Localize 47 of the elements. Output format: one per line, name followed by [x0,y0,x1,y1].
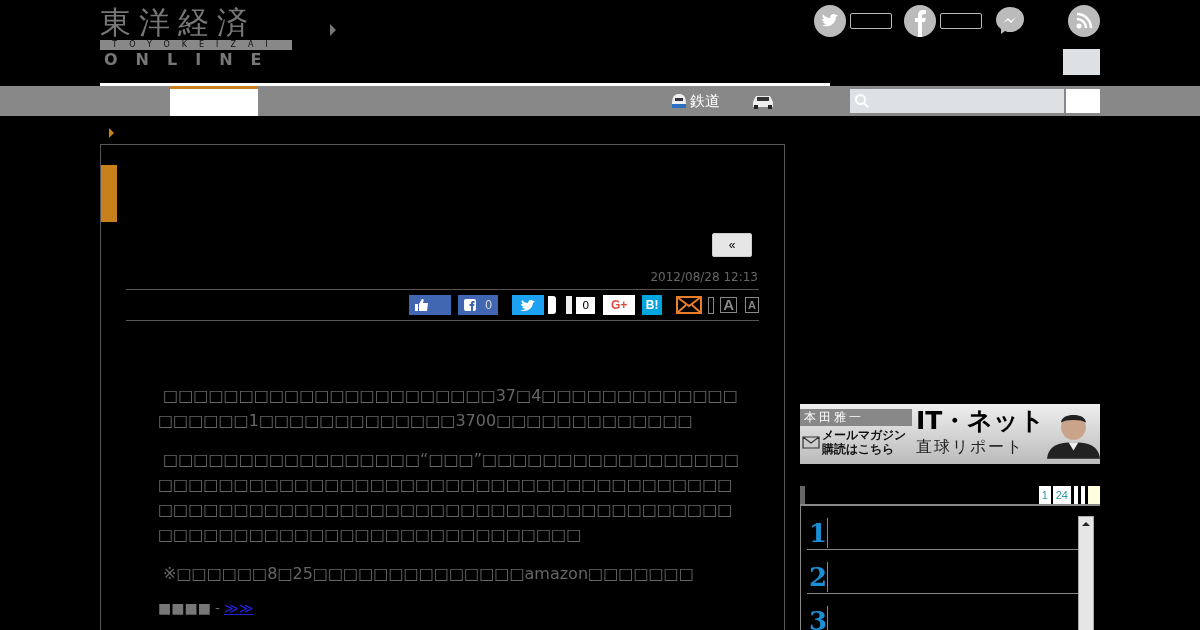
footer-marks: ■■■■ [158,600,211,616]
car-icon[interactable] [752,93,774,109]
search-field[interactable] [850,89,1064,113]
share-count-bubble [940,13,982,29]
ranking-tab[interactable]: 1 [1038,486,1051,504]
like-button[interactable] [409,295,452,315]
messenger-icon[interactable] [994,5,1026,37]
tweet-count-bubble [548,296,557,314]
bird-icon [520,298,537,312]
facebook-share-button[interactable]: 0 [458,295,499,315]
font-small-button[interactable]: A [745,297,759,313]
ranking-header-bar [800,486,805,504]
caret-icon[interactable] [330,24,336,36]
banner-subtitle: 直球リポート [916,436,1025,458]
article-paragraph: □□□□□□□□□□□□□□□□□□□□□□37□4□□□□□□□□□□□□□□□□□□□1□□□□□□□□□□□□□3700□□□□□□□□□□□□□ [158,385,739,432]
nav-tab[interactable] [170,86,258,116]
facebook-icon[interactable] [904,5,936,37]
ranking-tab[interactable]: 24 [1052,486,1071,504]
mail-icon [802,435,820,449]
article-date: 2012/08/28 12:13 [649,269,759,284]
article-paragraph: ※□□□□□□8□25□□□□□□□□□□□□□□amazon□□□□□□□ [162,563,695,585]
tweet-button[interactable] [512,295,545,315]
banner-author: 本田雅一 [800,409,912,426]
banner-title: IT・ネット [916,406,1042,436]
article-paragraph: □□□□□□□□□□□□□□□□□“□□□”□□□□□□□□□□□□□□□□□□□□□□□□□□□□□□□□□□□□□□□□□□□□□□□□□□□□□□□□□□□□□□□□□□□□□□□□□□□□□□□□□□□□□□□□□□□□□□□□□□□□□□□□□□□□□□□□□□□□□□□□□ [158,449,740,546]
ranking-item[interactable]: 1 [807,516,1078,550]
back-button[interactable]: « [712,233,752,257]
logo-title[interactable]: 東洋経済 [100,4,292,40]
breadcrumb-caret-icon [109,128,114,138]
facebook-icon [464,299,477,311]
search-icon [854,93,870,109]
title-accent-bar [101,165,117,222]
scrollbar[interactable] [1078,516,1094,630]
twitter-icon[interactable] [814,5,846,37]
google-plus-button[interactable]: G+ [603,295,636,315]
share-count-bubble [850,13,892,29]
banner-mail-label: メールマガジン [822,428,906,442]
rss-icon[interactable] [1068,5,1100,37]
nav-link[interactable]: 鉄道 [670,86,720,116]
mail-icon[interactable] [676,296,703,314]
logo-subtitle: TOYOKEIZAI [100,40,292,50]
thumbs-up-icon [415,299,430,311]
footer-separator: - [214,600,220,616]
banner-mail-action: 購読はこちら [822,442,895,456]
train-icon [670,92,688,110]
logo-edition: ONLINE [103,50,281,70]
font-large-button[interactable]: A [720,297,738,313]
